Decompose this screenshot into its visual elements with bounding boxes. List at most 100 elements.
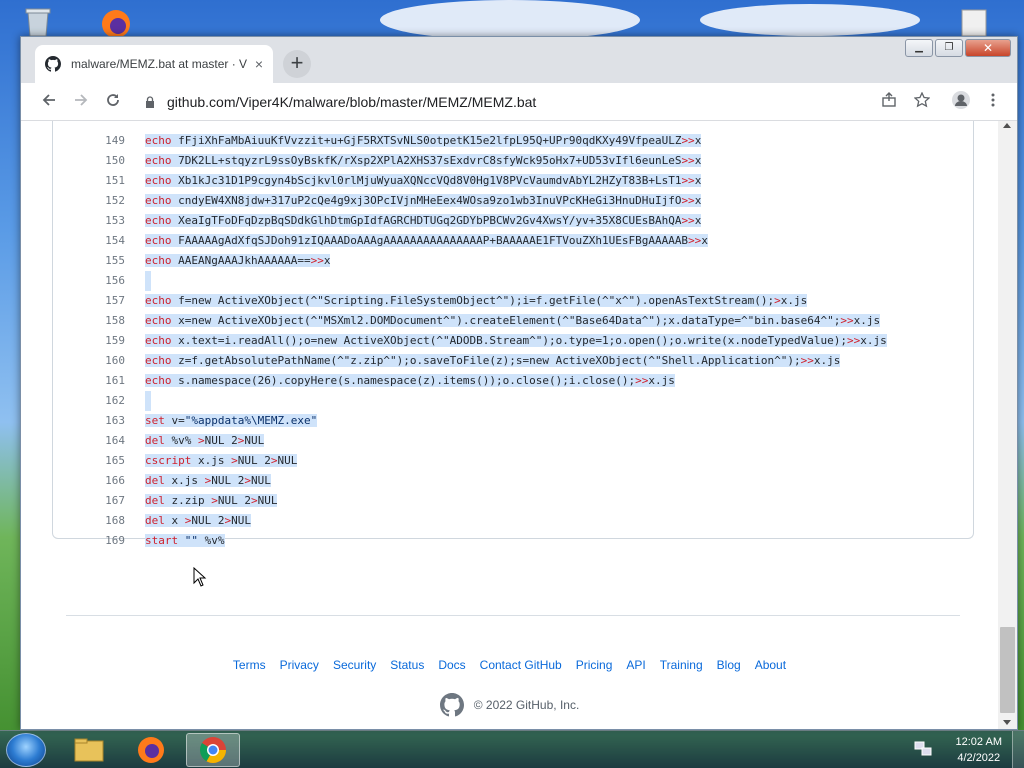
footer-link-training[interactable]: Training [660,658,703,672]
browser-window: malware/MEMZ.bat at master · V × + ▁ ❐ ✕… [20,36,1018,730]
footer-link-about[interactable]: About [755,658,786,672]
url-text: github.com/Viper4K/malware/blob/master/M… [167,94,537,110]
code-line: 153 echo XeaIgTFoDFqDzpBqSDdkGlhDtmGpIdfA… [53,211,973,231]
footer-link-pricing[interactable]: Pricing [576,658,613,672]
system-clock[interactable]: 12:02 AM 4/2/2022 [956,734,1002,766]
footer-link-api[interactable]: API [626,658,645,672]
back-button[interactable] [37,90,61,114]
network-tray-icon[interactable] [914,741,932,762]
clock-date: 4/2/2022 [957,752,1001,764]
line-number[interactable]: 161 [53,371,125,391]
bookmark-button[interactable] [910,90,934,114]
code-view: 149 echo fFjiXhFaMbAiuuKfVvzzit+u+GjF5RXT… [52,121,974,547]
maximize-button[interactable]: ❐ [935,39,963,57]
new-tab-button[interactable]: + [283,50,311,78]
code-text: del z.zip >NUL 2>NUL [145,494,278,507]
code-line: 156 [53,271,973,291]
lock-icon [146,96,154,108]
profile-button[interactable] [949,90,973,114]
share-icon [882,92,896,107]
tab-strip: malware/MEMZ.bat at master · V × + ▁ ❐ ✕ [21,37,1017,83]
scroll-down-arrow-icon[interactable] [1003,720,1011,725]
active-tab[interactable]: malware/MEMZ.bat at master · V × [35,45,273,83]
code-text: del x.js >NUL 2>NUL [145,474,271,487]
code-text: echo x.text=i.readAll();o=new ActiveXObj… [145,334,887,347]
code-text: echo FAAAAAgAdXfqSJDoh91zIQAAADoAAAgAAAA… [145,234,708,247]
share-button[interactable] [877,90,901,114]
menu-button[interactable] [981,90,1005,114]
footer-link-status[interactable]: Status [390,658,424,672]
recycle-bin-icon[interactable] [20,6,56,38]
reload-button[interactable] [101,90,125,114]
code-line: 157 echo f=new ActiveXObject(^"Scripting.… [53,291,973,311]
code-line: 154 echo FAAAAAgAdXfqSJDoh91zIQAAADoAAAgA… [53,231,973,251]
code-line: 151 echo Xb1kJc31D1P9cgyn4bScjkvl0rlMjuWy… [53,171,973,191]
line-number[interactable]: 166 [53,471,125,491]
github-logo-icon[interactable] [439,693,464,717]
line-number[interactable]: 152 [53,191,125,211]
code-text: echo 7DK2LL+stqyzrL9ssOyBskfK/rXsp2XPlA2… [145,154,702,167]
line-number[interactable]: 167 [53,491,125,511]
line-number[interactable]: 150 [53,151,125,171]
taskbar-chrome[interactable] [186,733,240,767]
show-desktop-button[interactable] [1012,731,1024,768]
code-line: 158 echo x=new ActiveXObject(^"MSXml2.DOM… [53,311,973,331]
code-line: 149 echo fFjiXhFaMbAiuuKfVvzzit+u+GjF5RXT… [53,131,973,151]
line-number[interactable]: 169 [53,531,125,551]
footer-link-contact-github[interactable]: Contact GitHub [480,658,562,672]
line-number[interactable]: 156 [53,271,125,291]
line-number[interactable]: 149 [53,131,125,151]
browser-toolbar: github.com/Viper4K/malware/blob/master/M… [21,83,1017,121]
line-number[interactable]: 153 [53,211,125,231]
firefox-desktop-icon[interactable] [96,6,136,38]
tab-title: malware/MEMZ.bat at master · V [71,57,248,71]
footer-link-docs[interactable]: Docs [438,658,465,672]
kebab-menu-icon [991,93,995,107]
start-button[interactable] [6,733,46,767]
code-line: 152 echo cndyEW4XN8jdw+317uP2cQe4g9xj3OPc… [53,191,973,211]
taskbar-firefox[interactable] [124,733,178,767]
footer-link-blog[interactable]: Blog [717,658,741,672]
forward-arrow-icon [75,94,88,106]
close-window-button[interactable]: ✕ [965,39,1011,57]
line-number[interactable]: 158 [53,311,125,331]
footer-links: Terms Privacy Security Status Docs Contact Gi… [21,658,998,672]
footer-link-privacy[interactable]: Privacy [280,658,319,672]
code-line: 168 del x >NUL 2>NUL [53,511,973,531]
code-text: echo f=new ActiveXObject(^"Scripting.Fil… [145,294,808,307]
line-number[interactable]: 159 [53,331,125,351]
scroll-thumb[interactable] [1000,627,1015,713]
code-text [145,271,151,291]
line-number[interactable]: 157 [53,291,125,311]
code-line: 162 [53,391,973,411]
footer-divider [66,615,960,616]
address-bar[interactable]: github.com/Viper4K/malware/blob/master/M… [133,88,971,116]
footer-link-security[interactable]: Security [333,658,376,672]
folder-icon [74,738,104,762]
scroll-up-arrow-icon[interactable] [1003,123,1011,128]
github-icon [45,56,61,72]
footer-link-terms[interactable]: Terms [233,658,266,672]
line-number[interactable]: 151 [53,171,125,191]
line-number[interactable]: 165 [53,451,125,471]
line-number[interactable]: 155 [53,251,125,271]
line-number[interactable]: 162 [53,391,125,411]
code-text: del %v% >NUL 2>NUL [145,434,265,447]
taskbar-explorer[interactable] [62,733,116,767]
reload-icon [107,94,119,106]
forward-button[interactable] [69,90,93,114]
line-number[interactable]: 154 [53,231,125,251]
page-scrollbar[interactable] [998,121,1017,729]
document-desktop-icon[interactable] [958,8,990,38]
code-line: 169 start "" %v% [53,531,973,551]
back-arrow-icon [42,94,55,106]
tab-close-icon[interactable]: × [255,56,263,72]
taskbar: 12:02 AM 4/2/2022 [0,730,1024,768]
line-number[interactable]: 164 [53,431,125,451]
minimize-button[interactable]: ▁ [905,39,933,57]
line-number[interactable]: 168 [53,511,125,531]
mouse-cursor-icon [193,567,207,587]
line-number[interactable]: 160 [53,351,125,371]
code-line: 155 echo AAEANgAAAJkhAAAAAA==>>x [53,251,973,271]
line-number[interactable]: 163 [53,411,125,431]
